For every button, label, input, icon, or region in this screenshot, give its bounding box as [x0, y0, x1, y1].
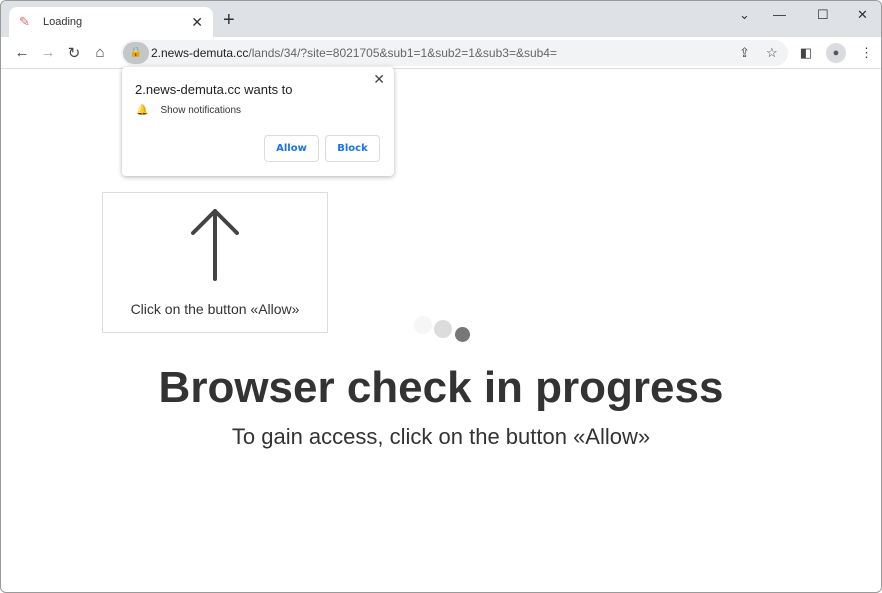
chevron-down-icon[interactable]: ⌄	[739, 7, 750, 23]
reload-button[interactable]: ↻	[61, 44, 87, 62]
hint-box: Click on the button «Allow»	[102, 192, 328, 333]
tab-title: Loading	[43, 16, 83, 28]
tab-close-icon[interactable]: ✕	[191, 14, 203, 31]
tab-strip: ✎ Loading ✕ + ⌄ — ☐ ✕	[1, 1, 881, 37]
toolbar: ← → ↻ ⌂ 🔒 2.news-demuta.cc/lands/34/?sit…	[1, 37, 881, 69]
url-host: 2.news-demuta.cc	[151, 45, 249, 60]
permission-label: Show notifications	[160, 105, 242, 116]
page-subheading: To gain access, click on the button «All…	[231, 424, 651, 449]
tab-active[interactable]: ✎ Loading ✕	[9, 7, 213, 37]
bell-icon: 🔔	[136, 105, 149, 116]
url-path: /lands/34/?site=8021705&sub1=1&sub2=1&su…	[248, 45, 557, 60]
browser-window: ✎ Loading ✕ + ⌄ — ☐ ✕ ← → ↻ ⌂ 🔒 2.news-d…	[0, 0, 882, 593]
block-button[interactable]: Block	[325, 135, 380, 162]
home-button[interactable]: ⌂	[87, 44, 113, 61]
minimize-button[interactable]: —	[773, 7, 786, 22]
hint-text: Click on the button «Allow»	[130, 301, 300, 317]
page-heading: Browser check in progress	[158, 363, 724, 412]
menu-icon[interactable]: ⋮	[860, 45, 873, 61]
arrow-up-icon	[191, 209, 239, 281]
megaphone-icon: ✎	[19, 14, 30, 29]
forward-button[interactable]: →	[35, 44, 61, 61]
lock-icon[interactable]: 🔒	[123, 41, 149, 64]
address-bar[interactable]: 🔒 2.news-demuta.cc/lands/34/?site=802170…	[121, 39, 788, 66]
back-button[interactable]: ←	[9, 44, 35, 61]
close-window-button[interactable]: ✕	[857, 7, 868, 23]
notification-permission-popup: 2.news-demuta.cc wants to ✕ 🔔 Show notifi…	[122, 67, 394, 176]
side-panel-icon[interactable]: ◧	[800, 45, 812, 61]
star-icon[interactable]: ☆	[766, 45, 778, 61]
profile-avatar[interactable]: ●	[826, 42, 846, 63]
allow-button[interactable]: Allow	[264, 135, 319, 162]
new-tab-button[interactable]: +	[223, 9, 235, 32]
popup-title: 2.news-demuta.cc wants to	[135, 82, 293, 97]
maximize-button[interactable]: ☐	[817, 7, 829, 23]
popup-close-icon[interactable]: ✕	[373, 71, 385, 88]
share-icon[interactable]: ⇪	[739, 45, 750, 61]
